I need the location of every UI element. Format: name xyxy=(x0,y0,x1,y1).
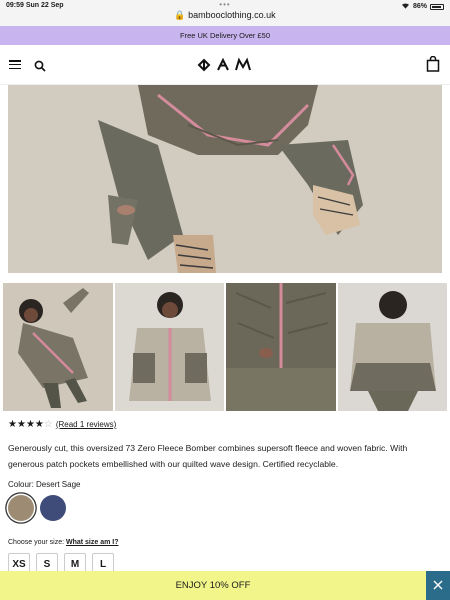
menu-icon[interactable] xyxy=(9,60,21,70)
product-description: Generously cut, this oversized 73 Zero F… xyxy=(8,443,408,469)
star-icon: ★ xyxy=(25,419,35,430)
size-prompt: Choose your size: What size am I? xyxy=(8,539,119,546)
what-size-link[interactable]: What size am I? xyxy=(66,539,119,546)
status-bar: 09:59 Sun 22 Sep ••• 🔒 bambooclothing.co… xyxy=(0,0,450,26)
thumbnail-strip xyxy=(3,283,447,411)
product-rating: ★★★★☆ (Read 1 reviews) xyxy=(8,419,116,430)
battery-icon xyxy=(430,3,444,10)
swatch-desert-sage[interactable] xyxy=(8,495,34,521)
shopping-bag-icon[interactable] xyxy=(426,55,440,72)
thumbnail-1[interactable] xyxy=(3,283,113,411)
star-empty-icon: ☆ xyxy=(43,419,53,430)
battery-percent: 86% xyxy=(412,3,427,10)
thumbnail-3[interactable] xyxy=(226,283,336,411)
close-offer-button[interactable] xyxy=(426,571,450,600)
star-icon: ★ xyxy=(8,419,17,430)
colour-label: Colour: Desert Sage xyxy=(8,480,81,489)
rating-stars: ★★★★☆ xyxy=(8,419,53,430)
read-reviews-link[interactable]: (Read 1 reviews) xyxy=(56,420,116,429)
size-prompt-text: Choose your size: xyxy=(8,539,65,546)
thumbnail-2[interactable] xyxy=(114,283,224,411)
close-icon xyxy=(433,580,443,590)
star-icon: ★ xyxy=(16,419,26,430)
brand-logo[interactable] xyxy=(196,57,254,76)
search-icon[interactable] xyxy=(34,59,46,72)
tab-dots[interactable]: ••• xyxy=(0,0,450,9)
product-main-image[interactable] xyxy=(8,85,442,273)
product-page: 09:59 Sun 22 Sep ••• 🔒 bambooclothing.co… xyxy=(0,0,450,600)
delivery-promo-banner[interactable]: Free UK Delivery Over £50 xyxy=(0,26,450,45)
star-icon: ★ xyxy=(34,419,44,430)
status-right: 86% xyxy=(401,2,444,11)
site-header xyxy=(0,45,450,85)
thumbnail-4[interactable] xyxy=(337,283,447,411)
colour-swatches xyxy=(8,495,66,521)
discount-offer-bar[interactable]: ENJOY 10% OFF xyxy=(0,571,426,600)
wifi-icon xyxy=(401,2,410,11)
address-bar[interactable]: 🔒 bambooclothing.co.uk xyxy=(0,10,450,21)
swatch-navy[interactable] xyxy=(40,495,66,521)
